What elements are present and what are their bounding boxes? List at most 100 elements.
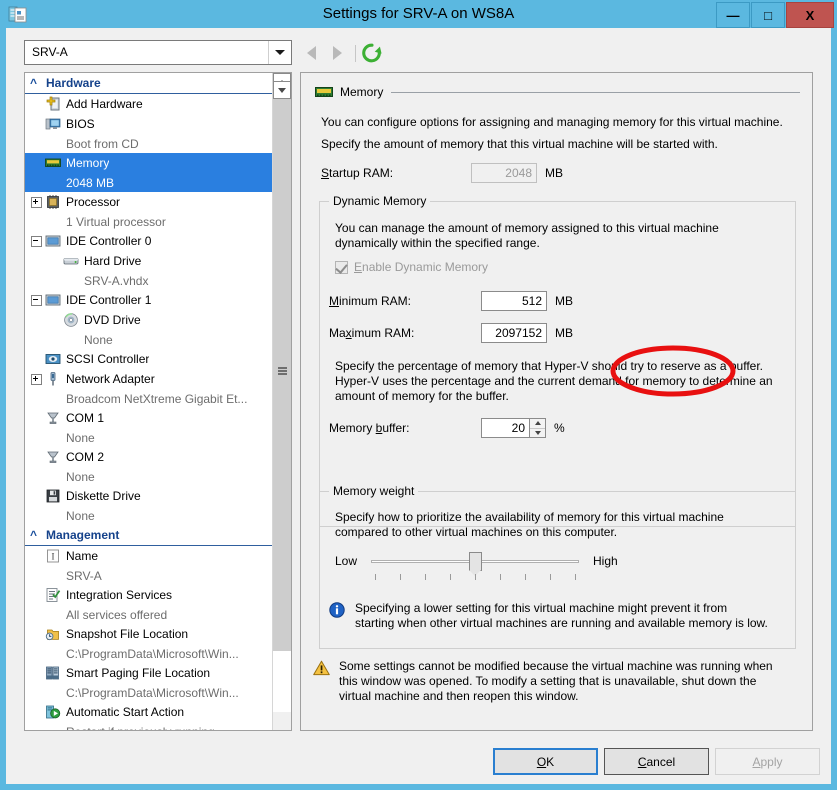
sidebar-item-label: Add Hardware xyxy=(66,97,143,111)
warning-line-3: virtual machine and then reopen this win… xyxy=(339,689,578,703)
memory-weight-slider-row: Low High xyxy=(335,550,618,572)
sidebar-item-label: IDE Controller 0 xyxy=(66,234,151,248)
memory-buffer-row: Memory buffer: 20 % xyxy=(329,418,565,438)
slider-tick xyxy=(550,574,551,580)
slider-tick xyxy=(500,574,501,580)
startup-ram-input[interactable]: 2048 xyxy=(471,163,537,183)
sidebar-item-ide-controller-1[interactable]: IDE Controller 1 xyxy=(25,290,273,310)
sidebar-item-sublabel: Broadcom NetXtreme Gigabit Et... xyxy=(25,389,273,408)
dynamic-memory-desc-1: You can manage the amount of memory assi… xyxy=(335,221,785,236)
memory-buffer-spinner-buttons[interactable] xyxy=(529,418,546,438)
sidebar-item-name[interactable]: IName xyxy=(25,546,273,566)
sidebar-item-dvd-drive[interactable]: DVD Drive xyxy=(25,310,273,330)
spinner-down-button[interactable] xyxy=(530,429,545,438)
vm-selector-value: SRV-A xyxy=(32,45,68,59)
slider-thumb[interactable] xyxy=(469,552,482,571)
minimum-ram-row: Minimum RAM: 512 MB xyxy=(329,291,573,311)
arrow-right-icon xyxy=(333,46,342,60)
automatic-start-icon xyxy=(44,704,62,720)
scrollbar-thumb[interactable] xyxy=(273,91,291,651)
spinner-up-button[interactable] xyxy=(530,419,545,429)
sidebar-item-diskette-drive[interactable]: Diskette Drive xyxy=(25,486,273,506)
sidebar-item-automatic-start-action[interactable]: Automatic Start Action xyxy=(25,702,273,722)
sidebar-item-scsi-controller[interactable]: SCSI Controller xyxy=(25,349,273,369)
memory-buffer-label: Memory buffer: xyxy=(329,421,481,435)
sidebar-item-sublabel: Restart if previously running xyxy=(25,722,273,730)
tree-expander[interactable] xyxy=(29,290,44,310)
intro-line-2: Specify the amount of memory that this v… xyxy=(321,137,801,152)
expander-plus-icon[interactable] xyxy=(31,197,42,208)
slider-tick xyxy=(400,574,401,580)
expander-plus-icon[interactable] xyxy=(31,374,42,385)
sidebar-item-add-hardware[interactable]: Add Hardware xyxy=(25,94,273,114)
chevron-collapse-icon: ^ xyxy=(30,76,46,90)
sidebar-group-label: Hardware xyxy=(46,76,101,90)
checkmark-icon xyxy=(335,261,347,274)
sidebar-item-sublabel: Boot from CD xyxy=(25,134,273,153)
sidebar-item-network-adapter[interactable]: Network Adapter xyxy=(25,369,273,389)
sidebar-item-com-2[interactable]: COM 2 xyxy=(25,447,273,467)
tree-scrollbar[interactable] xyxy=(272,73,291,730)
sidebar-item-smart-paging-file-location[interactable]: Smart Paging File Location xyxy=(25,663,273,683)
slider-tick-marks xyxy=(371,574,579,581)
vm-selector-dropdown-button[interactable] xyxy=(268,41,291,64)
settings-navigation-tree[interactable]: ^HardwareAdd HardwareBIOSBoot from CDMem… xyxy=(24,72,292,731)
info-line-1: Specifying a lower setting for this virt… xyxy=(355,601,727,615)
com-port-icon xyxy=(44,449,62,465)
ok-button[interactable]: OK xyxy=(493,748,598,775)
sidebar-item-memory[interactable]: Memory xyxy=(25,153,273,173)
svg-text:I: I xyxy=(52,551,55,561)
minimum-ram-input[interactable]: 512 xyxy=(481,291,547,311)
title-bar: Settings for SRV-A on WS8A — □ X xyxy=(0,0,837,28)
back-button[interactable] xyxy=(298,40,324,66)
forward-button[interactable] xyxy=(324,40,350,66)
memory-buffer-input[interactable]: 20 xyxy=(481,418,529,438)
diskette-drive-icon xyxy=(44,488,62,504)
slider-tick xyxy=(450,574,451,580)
slider-low-label: Low xyxy=(335,554,357,568)
scrollbar-track[interactable] xyxy=(273,651,291,712)
sidebar-item-label: Snapshot File Location xyxy=(66,627,188,641)
close-button[interactable]: X xyxy=(786,2,834,28)
maximize-button[interactable]: □ xyxy=(751,2,785,28)
ide-controller-icon xyxy=(44,292,62,308)
sidebar-item-bios[interactable]: BIOS xyxy=(25,114,273,134)
tree-items-container: ^HardwareAdd HardwareBIOSBoot from CDMem… xyxy=(25,73,273,730)
window-title: Settings for SRV-A on WS8A xyxy=(0,0,837,28)
sidebar-item-sublabel: None xyxy=(25,428,273,447)
sidebar-item-processor[interactable]: Processor xyxy=(25,192,273,212)
memory-weight-slider[interactable] xyxy=(371,550,579,572)
sidebar-item-hard-drive[interactable]: Hard Drive xyxy=(25,251,273,271)
tree-expander[interactable] xyxy=(29,192,44,212)
enable-dynamic-memory-row[interactable]: Enable Dynamic Memory xyxy=(335,260,488,274)
sidebar-item-com-1[interactable]: COM 1 xyxy=(25,408,273,428)
scroll-down-button[interactable] xyxy=(273,81,291,99)
cancel-button[interactable]: Cancel xyxy=(604,748,709,775)
tree-expander[interactable] xyxy=(29,231,44,251)
buffer-desc-1: Specify the percentage of memory that Hy… xyxy=(335,359,787,374)
sidebar-item-snapshot-file-location[interactable]: Snapshot File Location xyxy=(25,624,273,644)
sidebar-group-management[interactable]: ^Management xyxy=(25,525,273,546)
enable-dynamic-memory-checkbox[interactable] xyxy=(335,261,348,274)
sidebar-item-sublabel: 2048 MB xyxy=(25,173,273,192)
vm-selector-combobox[interactable]: SRV-A xyxy=(24,40,292,65)
expander-minus-icon[interactable] xyxy=(31,295,42,306)
maximum-ram-label: Maximum RAM: xyxy=(329,326,481,340)
scsi-controller-icon xyxy=(44,351,62,367)
tree-expander xyxy=(29,94,44,114)
sidebar-group-hardware[interactable]: ^Hardware xyxy=(25,73,273,94)
expander-minus-icon[interactable] xyxy=(31,236,42,247)
com-port-icon xyxy=(44,410,62,426)
tree-expander[interactable] xyxy=(29,369,44,389)
refresh-button[interactable] xyxy=(361,42,383,64)
apply-button: Apply xyxy=(715,748,820,775)
sidebar-item-ide-controller-0[interactable]: IDE Controller 0 xyxy=(25,231,273,251)
sidebar-item-integration-services[interactable]: Integration Services xyxy=(25,585,273,605)
chevron-down-icon xyxy=(278,88,286,93)
sidebar-item-label: Processor xyxy=(66,195,120,209)
maximum-ram-input[interactable]: 2097152 xyxy=(481,323,547,343)
memory-buffer-stepper[interactable]: 20 xyxy=(481,418,546,438)
memory-weight-info-note: Specifying a lower setting for this virt… xyxy=(329,601,789,631)
chevron-collapse-icon: ^ xyxy=(30,528,46,542)
minimize-button[interactable]: — xyxy=(716,2,750,28)
